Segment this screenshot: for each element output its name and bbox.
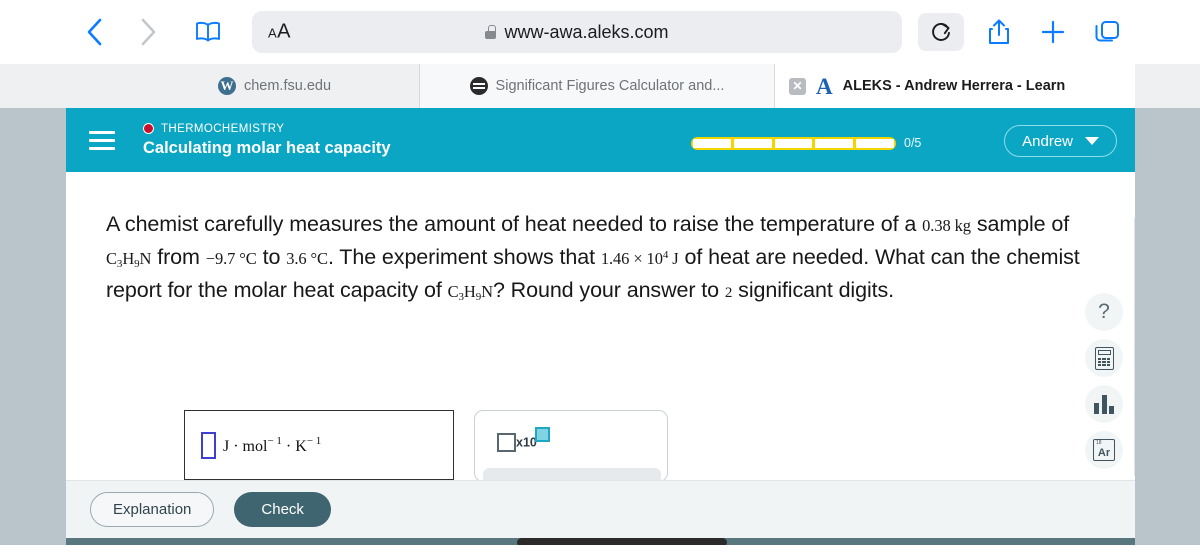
book-icon bbox=[196, 21, 220, 42]
address-bar-container: AA www-awa.aleks.com bbox=[252, 11, 908, 53]
tab-title: chem.fsu.edu bbox=[243, 78, 332, 94]
question-temp-initial: −9.7 °C bbox=[205, 248, 257, 268]
progress-label: 0/5 bbox=[904, 136, 922, 150]
question-part-1: A chemist carefully measures the amount … bbox=[106, 212, 923, 236]
periodic-table-button[interactable]: 18 Ar bbox=[1085, 431, 1123, 469]
aleks-header: THERMOCHEMISTRY Calculating molar heat c… bbox=[66, 108, 1135, 172]
tabs-icon bbox=[1095, 21, 1119, 42]
calculator-icon bbox=[1094, 346, 1114, 370]
progress-segment bbox=[733, 138, 772, 148]
tab-aleks-learn[interactable]: ✕ A ALEKS - Andrew Herrera - Learn bbox=[775, 64, 1135, 108]
question-part-7: ? Round your answer to bbox=[492, 277, 725, 302]
chevron-down-icon bbox=[1085, 137, 1099, 145]
question-part-3: from bbox=[151, 244, 206, 269]
close-icon[interactable]: ✕ bbox=[789, 77, 806, 95]
mantissa-input[interactable] bbox=[497, 433, 516, 452]
question-temp-final: 3.6 °C bbox=[286, 248, 328, 268]
chart-button[interactable] bbox=[1085, 385, 1123, 423]
question-compound-formula: C3H9N bbox=[106, 248, 152, 270]
address-url: www-awa.aleks.com bbox=[504, 21, 669, 42]
question-mass-value: 0.38 kg bbox=[922, 216, 971, 235]
tab-chem-fsu-edu[interactable]: W chem.fsu.edu bbox=[130, 64, 420, 108]
tabs-overview-button[interactable] bbox=[1092, 17, 1122, 47]
progress-segment bbox=[856, 138, 894, 148]
lock-icon bbox=[485, 25, 497, 39]
aleks-app-frame: THERMOCHEMISTRY Calculating molar heat c… bbox=[66, 108, 1135, 554]
screenshot-root: AA www-awa.aleks.com W chem.fsu.edu Sign… bbox=[0, 0, 1200, 554]
progress-indicator: 0/5 bbox=[691, 136, 921, 150]
text-size-button[interactable]: AA bbox=[268, 21, 291, 44]
calculator-button[interactable] bbox=[1085, 339, 1123, 377]
browser-action-icons bbox=[918, 13, 1122, 51]
help-button[interactable]: ? bbox=[1085, 293, 1123, 331]
progress-segment bbox=[774, 138, 813, 148]
bookmarks-button[interactable] bbox=[186, 10, 230, 54]
aleks-logo-icon: A bbox=[816, 73, 833, 99]
topic-status-dot-icon bbox=[143, 123, 154, 134]
wordpress-icon: W bbox=[217, 77, 236, 95]
user-menu-button[interactable]: Andrew bbox=[1004, 125, 1117, 157]
question-compound-formula-2: C3H9N bbox=[447, 281, 493, 303]
address-text-group: www-awa.aleks.com bbox=[485, 21, 669, 43]
progress-segment bbox=[815, 138, 854, 148]
reload-icon bbox=[932, 23, 950, 41]
question-part-4: to bbox=[256, 244, 287, 269]
share-icon bbox=[989, 19, 1009, 44]
browser-toolbar: AA www-awa.aleks.com bbox=[0, 0, 1200, 64]
scientific-notation-tool[interactable]: x10 bbox=[474, 410, 668, 482]
element-symbol: Ar bbox=[1097, 447, 1111, 459]
periodic-table-icon: 18 Ar bbox=[1093, 439, 1115, 461]
answer-unit-label: J · mol− 1 · K− 1 bbox=[223, 434, 322, 455]
new-tab-button[interactable] bbox=[1038, 17, 1068, 47]
exponent-input[interactable] bbox=[534, 427, 550, 442]
check-button[interactable]: Check bbox=[234, 492, 331, 527]
user-name-label: Andrew bbox=[1022, 132, 1073, 150]
forward-button[interactable] bbox=[126, 10, 170, 54]
question-part-2: sample of bbox=[970, 212, 1070, 236]
chevron-right-icon bbox=[141, 18, 156, 46]
topic-label: THERMOCHEMISTRY bbox=[161, 122, 285, 135]
address-bar[interactable]: AA www-awa.aleks.com bbox=[252, 11, 902, 53]
tab-strip-filler bbox=[1135, 64, 1200, 108]
question-part-8: significant digits. bbox=[732, 277, 895, 302]
back-button[interactable] bbox=[72, 10, 116, 54]
sigfig-icon bbox=[469, 77, 488, 95]
help-icon: ? bbox=[1098, 300, 1110, 323]
question-heat-value: 1.46 × 104 J bbox=[600, 248, 679, 268]
plus-icon bbox=[1041, 20, 1065, 44]
tab-significant-figures-calculator[interactable]: Significant Figures Calculator and... bbox=[420, 64, 775, 108]
topic-row: THERMOCHEMISTRY bbox=[143, 123, 391, 135]
page-title: Calculating molar heat capacity bbox=[143, 138, 391, 157]
question-text: A chemist carefully measures the amount … bbox=[106, 208, 1090, 307]
text-size-large-a: A bbox=[277, 20, 292, 43]
atomic-number: 18 bbox=[1096, 440, 1102, 446]
text-size-small-a: A bbox=[268, 25, 278, 41]
answer-input-box[interactable]: J · mol− 1 · K− 1 bbox=[184, 410, 454, 480]
hamburger-menu-icon[interactable] bbox=[89, 130, 115, 150]
header-text-group: THERMOCHEMISTRY Calculating molar heat c… bbox=[143, 123, 391, 158]
chevron-left-icon bbox=[87, 18, 102, 46]
answer-input[interactable] bbox=[201, 431, 216, 459]
reload-button[interactable] bbox=[918, 13, 964, 51]
page-bottom-edge bbox=[0, 545, 1200, 554]
action-bar: Explanation Check bbox=[66, 480, 1135, 538]
tool-rail-divider bbox=[1134, 218, 1135, 476]
tab-title: ALEKS - Andrew Herrera - Learn bbox=[842, 78, 1066, 94]
bar-chart-icon bbox=[1094, 394, 1114, 414]
answer-entry-panel: J · mol− 1 · K− 1 bbox=[184, 410, 454, 480]
tab-title: Significant Figures Calculator and... bbox=[495, 78, 725, 94]
sci-tool-inner: x10 bbox=[475, 411, 667, 452]
tool-rail: ? 18 Ar bbox=[1085, 293, 1123, 469]
explanation-button[interactable]: Explanation bbox=[90, 492, 215, 527]
sci-x10-label: x10 bbox=[516, 435, 537, 450]
tab-strip: W chem.fsu.edu Significant Figures Calcu… bbox=[0, 64, 1200, 108]
question-part-5: . The experiment shows that bbox=[327, 244, 601, 269]
share-button[interactable] bbox=[984, 17, 1014, 47]
progress-segment bbox=[693, 138, 731, 148]
progress-bar bbox=[691, 136, 896, 150]
